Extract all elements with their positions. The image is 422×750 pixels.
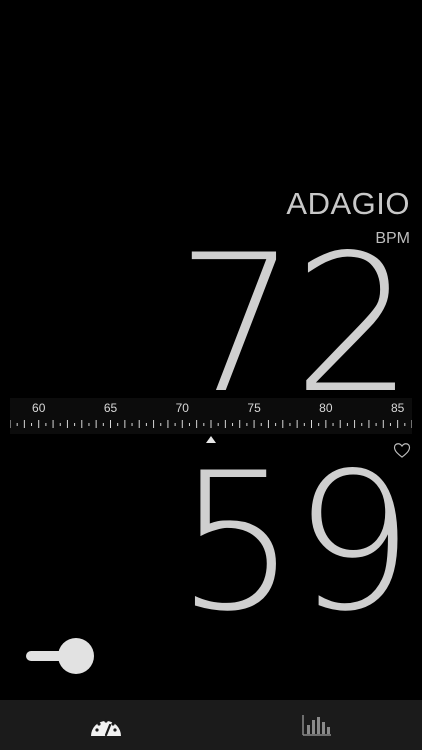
tab-bar	[0, 700, 422, 750]
ruler-label: 75	[247, 401, 261, 415]
ruler-label: 60	[32, 401, 46, 415]
tap-toggle[interactable]	[26, 638, 96, 674]
ruler-label: 65	[104, 401, 118, 415]
ruler-scale: 60 65 70 75 80 85	[10, 401, 412, 428]
ruler-label: 85	[391, 401, 405, 415]
measured-bpm-value: 59	[176, 432, 414, 653]
bar-chart-icon	[301, 715, 331, 736]
target-bpm-value: 72	[176, 214, 414, 435]
speedometer-icon	[90, 719, 121, 737]
toggle-knob[interactable]	[58, 638, 94, 674]
bpm-ruler[interactable]: 60 65 70 75 80 85	[10, 398, 412, 434]
tab-metronome[interactable]	[0, 700, 211, 750]
ruler-label: 70	[176, 401, 190, 415]
tab-history[interactable]	[211, 700, 422, 750]
ruler-label: 80	[319, 401, 333, 415]
